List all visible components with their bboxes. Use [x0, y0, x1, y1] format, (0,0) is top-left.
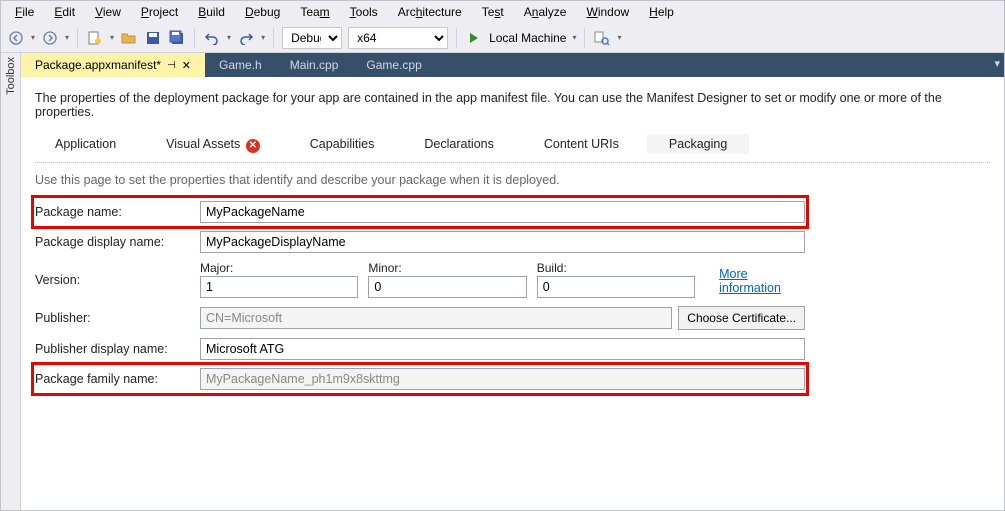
separator: [273, 28, 274, 48]
back-icon[interactable]: [7, 29, 25, 47]
separator: [194, 28, 195, 48]
publisher-display-label: Publisher display name:: [35, 342, 200, 356]
menu-team[interactable]: Team: [292, 3, 337, 21]
packaging-form: Package name: Package display name: Vers…: [35, 201, 805, 390]
menu-window[interactable]: Window: [578, 3, 637, 21]
publisher-label: Publisher:: [35, 311, 200, 325]
save-all-icon[interactable]: [168, 29, 186, 47]
separator: [584, 28, 585, 48]
error-icon: ✕: [246, 139, 260, 153]
run-dropdown-icon[interactable]: ▾: [572, 33, 576, 42]
menu-bar: File Edit View Project Build Debug Team …: [1, 1, 1004, 23]
menu-help[interactable]: Help: [641, 3, 682, 21]
new-dropdown-icon[interactable]: ▾: [110, 33, 114, 42]
menu-architecture[interactable]: Architecture: [390, 3, 470, 21]
toolbox-panel[interactable]: Toolbox: [1, 53, 21, 510]
menu-project[interactable]: Project: [133, 3, 186, 21]
document-tabstrip: Package.appxmanifest* ⊣ ✕ Game.h Main.cp…: [21, 53, 1004, 77]
minor-input[interactable]: [368, 276, 526, 298]
open-folder-icon[interactable]: [120, 29, 138, 47]
build-input[interactable]: [537, 276, 695, 298]
tab-label: Game.cpp: [366, 58, 421, 72]
cat-content-uris[interactable]: Content URIs: [544, 137, 619, 154]
version-label: Version:: [35, 273, 200, 287]
new-file-icon[interactable]: [86, 29, 104, 47]
undo-icon[interactable]: [203, 29, 221, 47]
build-label: Build:: [537, 261, 695, 275]
manifest-designer: The properties of the deployment package…: [21, 77, 1004, 510]
cat-application[interactable]: Application: [55, 137, 116, 154]
tab-label: Package.appxmanifest*: [35, 58, 161, 72]
tab-game-h[interactable]: Game.h: [205, 53, 276, 77]
minor-label: Minor:: [368, 261, 526, 275]
forward-dropdown-icon[interactable]: ▾: [65, 33, 69, 42]
panel-description: The properties of the deployment package…: [35, 91, 990, 119]
toolbar: ▾ ▾ ▾ ▾ ▾ Debug x64 Local Machine ▾ ▾: [1, 23, 1004, 53]
run-target-label[interactable]: Local Machine: [489, 31, 566, 45]
tab-label: Game.h: [219, 58, 262, 72]
find-in-files-icon[interactable]: [593, 29, 611, 47]
menu-tools[interactable]: Tools: [342, 3, 386, 21]
package-display-label: Package display name:: [35, 235, 200, 249]
menu-build[interactable]: Build: [190, 3, 233, 21]
tab-package-appxmanifest[interactable]: Package.appxmanifest* ⊣ ✕: [21, 53, 205, 77]
pin-icon[interactable]: ⊣: [167, 60, 176, 71]
separator: [456, 28, 457, 48]
tab-main-cpp[interactable]: Main.cpp: [276, 53, 353, 77]
family-name-row: Package family name:: [35, 368, 805, 390]
redo-dropdown-icon[interactable]: ▾: [261, 33, 265, 42]
publisher-input: [200, 307, 672, 329]
menu-edit[interactable]: Edit: [46, 3, 83, 21]
menu-analyze[interactable]: Analyze: [516, 3, 575, 21]
find-dropdown-icon[interactable]: ▾: [617, 33, 621, 42]
save-icon[interactable]: [144, 29, 162, 47]
forward-icon[interactable]: [41, 29, 59, 47]
cat-capabilities[interactable]: Capabilities: [310, 137, 375, 154]
more-info-link[interactable]: More information: [719, 267, 805, 298]
start-debug-icon[interactable]: [465, 29, 483, 47]
tab-label: Main.cpp: [290, 58, 339, 72]
package-name-row: Package name:: [35, 201, 805, 223]
tab-overflow-icon[interactable]: ▾: [994, 57, 1000, 70]
tab-game-cpp[interactable]: Game.cpp: [352, 53, 435, 77]
page-hint: Use this page to set the properties that…: [35, 173, 990, 187]
major-label: Major:: [200, 261, 358, 275]
package-display-input[interactable]: [200, 231, 805, 253]
menu-file[interactable]: File: [7, 3, 42, 21]
back-dropdown-icon[interactable]: ▾: [31, 33, 35, 42]
redo-icon[interactable]: [237, 29, 255, 47]
undo-dropdown-icon[interactable]: ▾: [227, 33, 231, 42]
package-name-input[interactable]: [200, 201, 805, 223]
family-name-label: Package family name:: [35, 372, 200, 386]
cat-visual-assets[interactable]: Visual Assets ✕: [166, 137, 260, 154]
cat-packaging[interactable]: Packaging: [669, 137, 727, 151]
category-tabs: Application Visual Assets ✕ Capabilities…: [35, 137, 990, 163]
version-row: Major: Minor: Build: More information: [200, 261, 805, 298]
toolbox-label: Toolbox: [5, 57, 17, 95]
config-combo[interactable]: Debug: [282, 27, 342, 49]
close-icon[interactable]: ✕: [182, 59, 191, 72]
menu-view[interactable]: View: [87, 3, 129, 21]
menu-test[interactable]: Test: [474, 3, 512, 21]
separator: [77, 28, 78, 48]
family-name-input: [200, 368, 805, 390]
cat-declarations[interactable]: Declarations: [424, 137, 493, 154]
major-input[interactable]: [200, 276, 358, 298]
platform-combo[interactable]: x64: [348, 27, 448, 49]
visual-studio-window: File Edit View Project Build Debug Team …: [0, 0, 1005, 511]
choose-certificate-button[interactable]: Choose Certificate...: [678, 306, 805, 330]
publisher-row: Choose Certificate...: [200, 306, 805, 330]
publisher-display-input[interactable]: [200, 338, 805, 360]
package-name-label: Package name:: [35, 205, 200, 219]
menu-debug[interactable]: Debug: [237, 3, 288, 21]
